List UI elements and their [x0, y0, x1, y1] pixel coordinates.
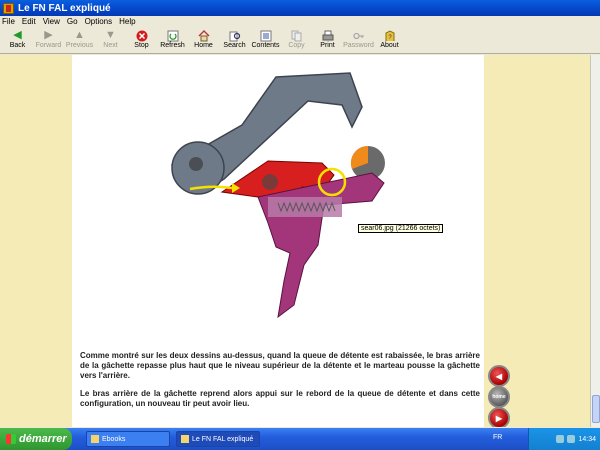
about-icon: ?	[383, 29, 397, 42]
search-icon	[228, 29, 242, 42]
contents-button[interactable]: Contents	[250, 28, 281, 54]
explanation-text: Comme montré sur les deux dessins au-des…	[80, 351, 480, 417]
refresh-icon	[166, 29, 180, 42]
search-button[interactable]: Search	[219, 28, 250, 54]
up-arrow-icon: ▲	[74, 29, 85, 41]
task-ebooks[interactable]: Ebooks	[86, 431, 170, 447]
toolbar: ◀ Back ▶ Forward ▲ Previous ▼ Next Stop …	[0, 28, 600, 54]
app-icon	[181, 435, 189, 443]
clock: 14:34	[578, 435, 596, 443]
title-bar[interactable]: Le FN FAL expliqué	[0, 0, 600, 16]
menu-edit[interactable]: Edit	[22, 17, 36, 26]
language-indicator[interactable]: FR	[493, 434, 502, 441]
key-icon	[352, 29, 366, 42]
left-arrow-icon: ◀	[495, 371, 503, 381]
nav-next-button[interactable]: ▶	[488, 407, 510, 427]
image-tooltip: sear06.jpg (21266 octets)	[358, 224, 444, 233]
print-button[interactable]: Print	[312, 28, 343, 54]
volume-icon[interactable]	[567, 435, 576, 443]
system-tray: FR 14:34	[493, 428, 600, 450]
start-button[interactable]: démarrer	[0, 428, 72, 450]
back-arrow-icon: ◀	[13, 29, 22, 41]
menu-file[interactable]: File	[2, 17, 15, 26]
nav-home-label: home	[492, 394, 506, 400]
content-area: sear06.jpg (21266 octets) Comme montré s…	[0, 55, 590, 427]
about-button[interactable]: ? About	[374, 28, 405, 54]
print-icon	[321, 29, 335, 42]
copy-icon	[290, 29, 304, 42]
menu-options[interactable]: Options	[85, 17, 113, 26]
contents-icon	[259, 29, 273, 42]
windows-logo-icon	[6, 434, 16, 444]
scrollbar-thumb[interactable]	[592, 395, 600, 423]
home-button[interactable]: Home	[188, 28, 219, 54]
vertical-scrollbar[interactable]	[590, 55, 600, 427]
next-button[interactable]: ▼ Next	[95, 28, 126, 54]
paragraph-1: Comme montré sur les deux dessins au-des…	[80, 351, 480, 380]
paragraph-2: Le bras arrière de la gâchette reprend a…	[80, 389, 480, 408]
page: sear06.jpg (21266 octets) Comme montré s…	[72, 55, 484, 427]
previous-button[interactable]: ▲ Previous	[64, 28, 95, 54]
right-arrow-icon: ▶	[495, 413, 503, 423]
forward-arrow-icon: ▶	[44, 29, 53, 41]
folder-icon	[91, 435, 99, 443]
back-button[interactable]: ◀ Back	[2, 28, 33, 54]
trigger-mechanism-diagram	[170, 72, 385, 319]
stop-button[interactable]: Stop	[126, 28, 157, 54]
password-button[interactable]: Password	[343, 28, 374, 54]
refresh-button[interactable]: Refresh	[157, 28, 188, 54]
taskbar: démarrer Ebooks Le FN FAL expliqué FR 14…	[0, 428, 600, 450]
menu-go[interactable]: Go	[67, 17, 78, 26]
nav-home-button[interactable]: home	[488, 386, 510, 408]
copy-button[interactable]: Copy	[281, 28, 312, 54]
nav-previous-button[interactable]: ◀	[488, 365, 510, 387]
task-fn-fal[interactable]: Le FN FAL expliqué	[176, 431, 260, 447]
down-arrow-icon: ▼	[105, 29, 116, 41]
stop-icon	[135, 29, 149, 42]
home-icon	[197, 29, 211, 42]
window-title: Le FN FAL expliqué	[18, 2, 111, 14]
menu-bar: File Edit View Go Options Help	[0, 16, 600, 27]
tray-icon[interactable]	[556, 435, 565, 443]
forward-button[interactable]: ▶ Forward	[33, 28, 64, 54]
menu-help[interactable]: Help	[119, 17, 135, 26]
menu-view[interactable]: View	[43, 17, 60, 26]
app-icon	[3, 2, 14, 14]
